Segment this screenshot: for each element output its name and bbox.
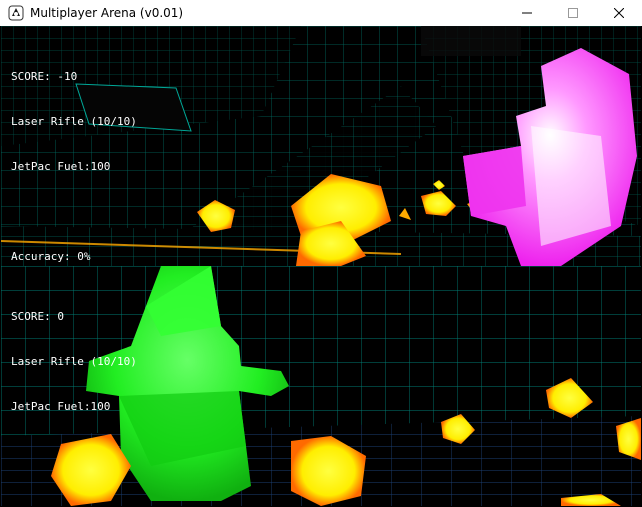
fuel-text: JetPac Fuel:100 xyxy=(11,400,111,413)
weapon-text: Laser Rifle (10/10) xyxy=(11,115,137,128)
player2-viewport[interactable]: SCORE: 0 Laser Rifle (10/10) JetPac Fuel… xyxy=(1,266,641,506)
game-window: Multiplayer Arena (v0.01) SCORE: -10 Las… xyxy=(0,0,642,507)
score-text: SCORE: 0 xyxy=(11,310,64,323)
close-icon xyxy=(614,8,624,18)
minimize-button[interactable] xyxy=(504,0,550,26)
close-button[interactable] xyxy=(596,0,642,26)
player1-hud: SCORE: -10 Laser Rifle (10/10) JetPac Fu… xyxy=(11,39,137,266)
title-bar[interactable]: Multiplayer Arena (v0.01) xyxy=(0,0,642,26)
player1-viewport[interactable]: SCORE: -10 Laser Rifle (10/10) JetPac Fu… xyxy=(1,26,641,266)
minimize-icon xyxy=(522,12,532,14)
maximize-icon xyxy=(568,8,578,18)
app-icon xyxy=(8,5,24,21)
window-title: Multiplayer Arena (v0.01) xyxy=(30,6,184,20)
accuracy-text: Accuracy: 0% xyxy=(11,250,91,263)
player2-hud: SCORE: 0 Laser Rifle (10/10) JetPac Fuel… xyxy=(11,279,137,444)
fuel-text: JetPac Fuel:100 xyxy=(11,160,111,173)
maximize-button[interactable] xyxy=(550,0,596,26)
score-text: SCORE: -10 xyxy=(11,70,78,83)
weapon-text: Laser Rifle (10/10) xyxy=(11,355,137,368)
